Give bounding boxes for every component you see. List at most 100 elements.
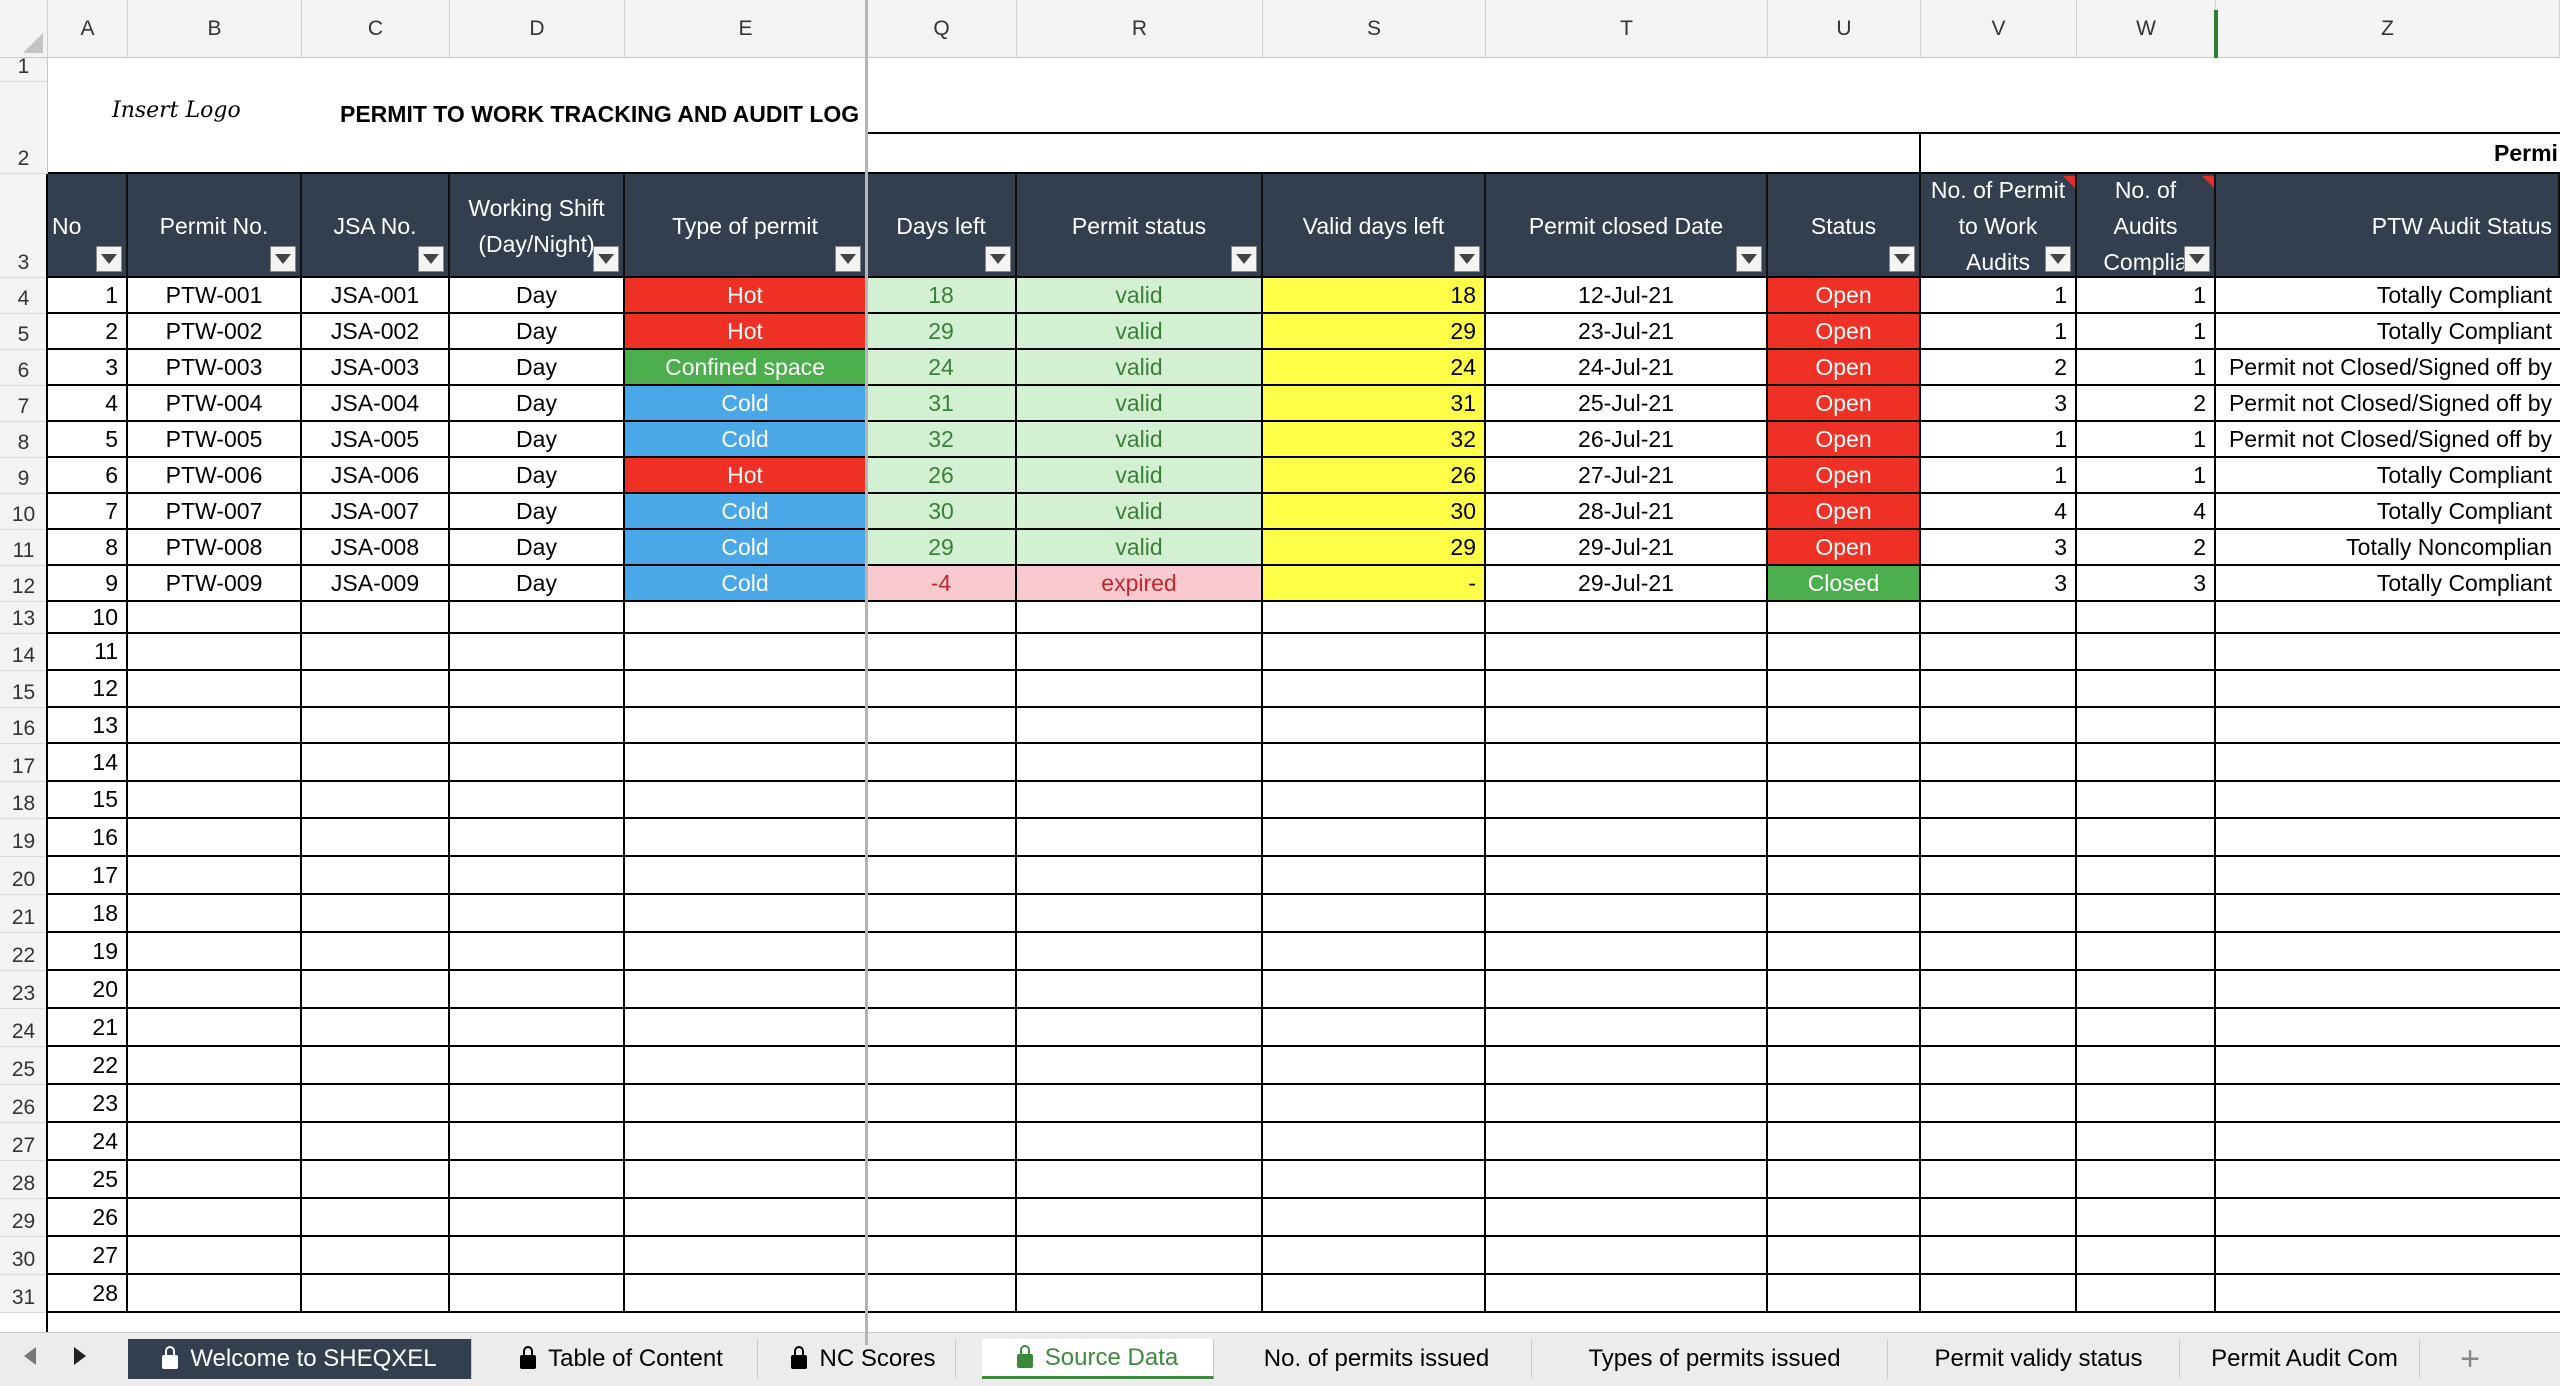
empty-cell[interactable] [2216,602,2560,634]
filter-dropdown-icon[interactable] [835,246,861,272]
row-header[interactable]: 31 [0,1275,48,1313]
cell-audits[interactable]: 1 [1921,422,2077,458]
empty-cell[interactable]: 26 [48,1199,128,1237]
row-header[interactable]: 3 [0,174,48,278]
empty-cell[interactable] [867,708,1017,744]
empty-cell[interactable] [128,933,302,971]
empty-cell[interactable] [867,1123,1017,1161]
empty-cell[interactable] [2216,744,2560,782]
empty-cell[interactable] [2077,1237,2216,1275]
column-header-W[interactable]: W [2077,0,2216,58]
empty-cell[interactable]: 25 [48,1161,128,1199]
row-header[interactable]: 8 [0,422,48,458]
cell-status[interactable]: Closed [1768,566,1921,602]
empty-cell[interactable] [2216,1085,2560,1123]
cell-compliant[interactable]: 3 [2077,566,2216,602]
sheet-tab[interactable]: Welcome to SHEQXEL [128,1339,472,1379]
empty-cell[interactable] [867,1085,1017,1123]
empty-cell[interactable] [625,857,867,895]
row-header[interactable]: 1 [0,55,48,82]
empty-cell[interactable] [128,1009,302,1047]
cell-jsa[interactable]: JSA-008 [302,530,450,566]
column-header-Q[interactable]: Q [867,0,1017,58]
empty-cell[interactable] [1768,602,1921,634]
empty-cell[interactable] [2077,1275,2216,1313]
empty-cell[interactable] [1921,634,2077,671]
row-header[interactable]: 20 [0,857,48,895]
empty-cell[interactable] [1921,971,2077,1009]
empty-cell[interactable] [2216,634,2560,671]
cell-jsa[interactable]: JSA-009 [302,566,450,602]
empty-cell[interactable] [1768,744,1921,782]
empty-cell[interactable] [450,1047,625,1085]
empty-cell[interactable]: 18 [48,895,128,933]
cell-type[interactable]: Cold [625,494,867,530]
empty-cell[interactable]: 28 [48,1275,128,1313]
empty-cell[interactable] [1263,971,1486,1009]
empty-cell[interactable] [1263,1275,1486,1313]
empty-cell[interactable]: 15 [48,782,128,819]
empty-cell[interactable] [2077,819,2216,857]
empty-cell[interactable] [1921,895,2077,933]
empty-cell[interactable] [2216,1275,2560,1313]
column-header-S[interactable]: S [1263,0,1486,58]
empty-cell[interactable] [1263,1047,1486,1085]
empty-cell[interactable] [1921,1009,2077,1047]
empty-cell[interactable] [2077,1123,2216,1161]
column-header-B[interactable]: B [128,0,302,58]
empty-cell[interactable] [1486,1237,1768,1275]
cell-status[interactable]: Open [1768,350,1921,386]
cell-audits[interactable]: 3 [1921,386,2077,422]
empty-cell[interactable] [2077,1047,2216,1085]
empty-cell[interactable] [1921,744,2077,782]
cell-closed[interactable]: 29-Jul-21 [1486,530,1768,566]
cell-days[interactable]: 32 [867,422,1017,458]
empty-cell[interactable] [1017,1199,1263,1237]
empty-cell[interactable] [1486,1085,1768,1123]
filter-dropdown-icon[interactable] [1736,246,1762,272]
empty-cell[interactable] [302,634,450,671]
empty-cell[interactable] [1768,857,1921,895]
empty-cell[interactable] [1017,857,1263,895]
empty-cell[interactable] [1263,1123,1486,1161]
cell-days[interactable]: 29 [867,314,1017,350]
row-header[interactable]: 30 [0,1237,48,1275]
empty-cell[interactable] [867,1199,1017,1237]
empty-cell[interactable] [450,634,625,671]
cell-type[interactable]: Hot [625,278,867,314]
cell-closed[interactable]: 23-Jul-21 [1486,314,1768,350]
cell-permit[interactable]: PTW-006 [128,458,302,494]
row-header[interactable]: 12 [0,566,48,602]
cell-audit_status[interactable]: Totally Compliant [2216,458,2560,494]
cell-pstatus[interactable]: valid [1017,350,1263,386]
row-header[interactable]: 17 [0,744,48,782]
add-sheet-button[interactable]: + [2440,1337,2500,1381]
empty-cell[interactable] [2216,708,2560,744]
cell-permit[interactable]: PTW-004 [128,386,302,422]
cell-audit_status[interactable]: Totally Compliant [2216,494,2560,530]
row-header[interactable]: 14 [0,634,48,671]
cell-days[interactable]: -4 [867,566,1017,602]
column-header-V[interactable]: V [1921,0,2077,58]
empty-cell[interactable] [128,744,302,782]
cell-audit_status[interactable]: Totally Compliant [2216,566,2560,602]
cell-permit[interactable]: PTW-003 [128,350,302,386]
empty-cell[interactable] [867,933,1017,971]
empty-cell[interactable] [2077,634,2216,671]
empty-cell[interactable] [302,744,450,782]
row-header[interactable]: 24 [0,1009,48,1047]
empty-cell[interactable] [302,1009,450,1047]
empty-cell[interactable] [625,933,867,971]
column-header-D[interactable]: D [450,0,625,58]
cell-pstatus[interactable]: expired [1017,566,1263,602]
empty-cell[interactable] [1921,1237,2077,1275]
row-header[interactable]: 7 [0,386,48,422]
cell-closed[interactable]: 26-Jul-21 [1486,422,1768,458]
cell-jsa[interactable]: JSA-006 [302,458,450,494]
empty-cell[interactable] [1486,1123,1768,1161]
empty-cell[interactable] [625,1085,867,1123]
empty-cell[interactable] [2077,744,2216,782]
empty-cell[interactable] [1768,971,1921,1009]
filter-dropdown-icon[interactable] [2045,246,2071,272]
empty-cell[interactable] [450,895,625,933]
